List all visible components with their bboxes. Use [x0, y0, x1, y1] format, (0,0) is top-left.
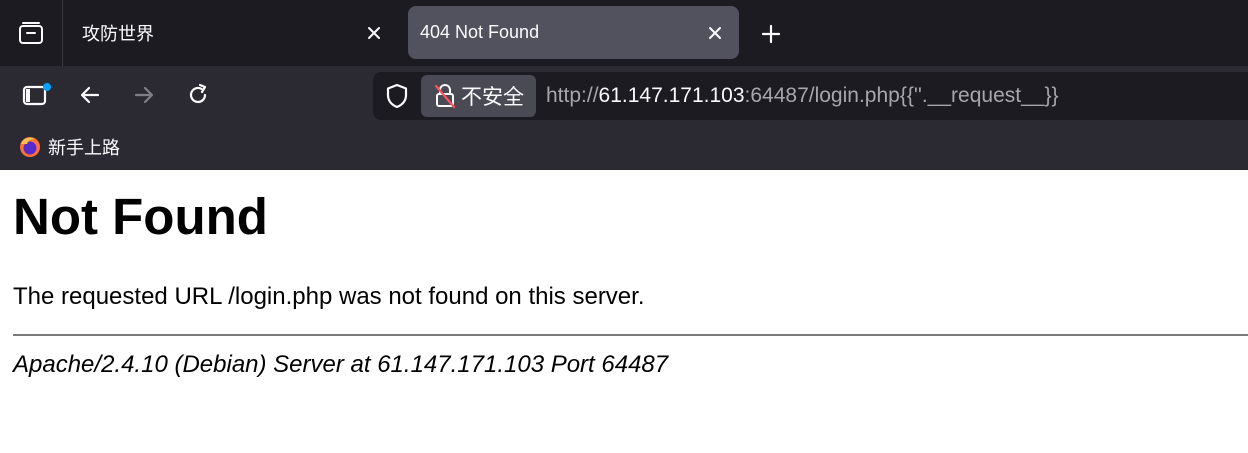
- insecure-lock-icon: [434, 84, 456, 109]
- url-path: :64487/login.php{{''.__request__}}: [744, 84, 1059, 107]
- navigation-toolbar: 不安全 http://61.147.171.103:64487/login.ph…: [0, 66, 1248, 124]
- close-icon: [709, 26, 721, 39]
- tab-inactive[interactable]: 攻防世界: [64, 6, 398, 59]
- page-heading: Not Found: [13, 188, 268, 245]
- close-tab-button[interactable]: [703, 21, 727, 45]
- plus-icon: [761, 24, 781, 44]
- reload-icon: [189, 83, 207, 104]
- sidebar-icon: [22, 83, 51, 106]
- tab-list-icon: [19, 22, 43, 44]
- page-content: Not Found The requested URL /login.php w…: [0, 188, 1248, 380]
- browser-chrome: 攻防世界 404 Not Found 不安全 http://61.147.171…: [0, 0, 1248, 170]
- server-signature: Apache/2.4.10 (Debian) Server at 61.147.…: [13, 351, 669, 378]
- tab-active[interactable]: 404 Not Found: [408, 6, 739, 59]
- divider: [13, 334, 1248, 336]
- close-icon: [368, 26, 380, 39]
- error-message: The requested URL /login.php was not fou…: [13, 283, 645, 310]
- sidebar-button[interactable]: [20, 78, 54, 112]
- address-bar[interactable]: 不安全 http://61.147.171.103:64487/login.ph…: [373, 72, 1248, 120]
- tab-title: 404 Not Found: [420, 22, 540, 42]
- new-tab-button[interactable]: [754, 17, 788, 51]
- bookmark-label: 新手上路: [48, 138, 120, 158]
- back-arrow-icon: [80, 86, 100, 104]
- url-host: 61.147.171.103: [598, 84, 745, 107]
- firefox-icon: [20, 137, 40, 157]
- url-scheme: http://: [546, 84, 599, 107]
- shield-icon: [386, 83, 408, 109]
- bookmarks-toolbar: 新手上路: [0, 124, 1248, 170]
- security-label: 不安全: [461, 86, 524, 109]
- forward-arrow-icon: [134, 86, 154, 104]
- reload-button[interactable]: [181, 78, 215, 112]
- tab-bar: 攻防世界 404 Not Found: [0, 0, 1248, 66]
- close-tab-button[interactable]: [362, 21, 386, 45]
- bookmark-item[interactable]: 新手上路: [18, 134, 120, 160]
- connection-not-secure-button[interactable]: 不安全: [421, 75, 536, 117]
- tab-title: 攻防世界: [82, 23, 154, 44]
- url-text[interactable]: http://61.147.171.103:64487/login.php{{'…: [546, 84, 1059, 108]
- forward-button[interactable]: [127, 78, 161, 112]
- tab-list-button[interactable]: [0, 0, 63, 66]
- tracking-protection-button[interactable]: [373, 72, 421, 120]
- back-button[interactable]: [73, 78, 107, 112]
